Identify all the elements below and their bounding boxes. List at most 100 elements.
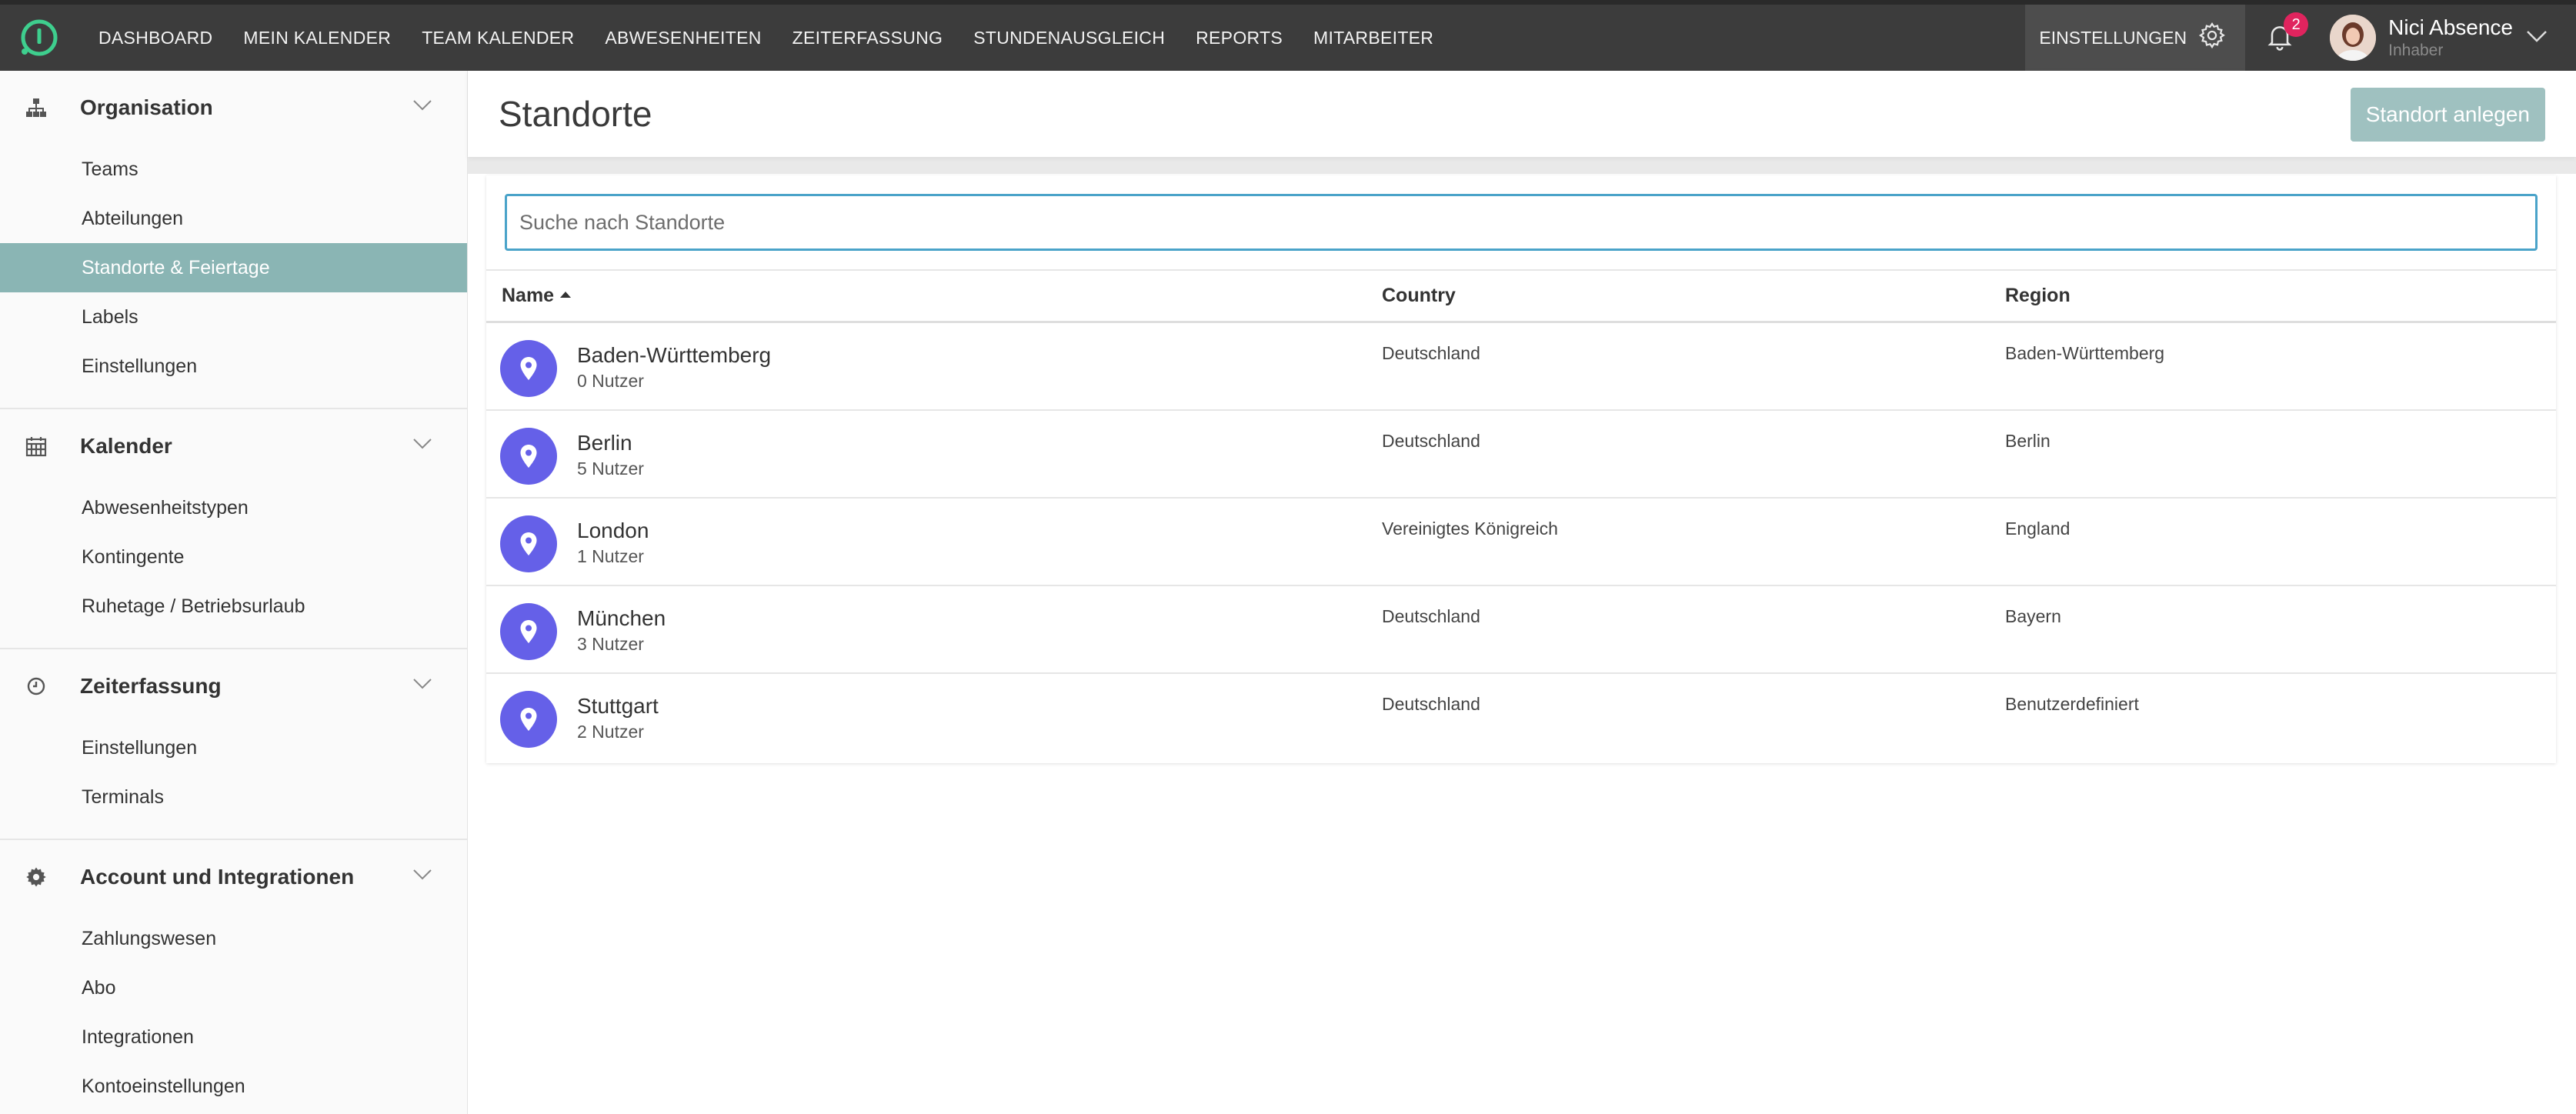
nav-zeiterfassung[interactable]: ZEITERFASSUNG	[777, 5, 959, 71]
sidebar-item-integrationen[interactable]: Integrationen	[0, 1012, 467, 1062]
nav-team-kalender[interactable]: TEAM KALENDER	[406, 5, 589, 71]
locations-card: Name Country Region Baden-Württemberg 0 …	[486, 175, 2556, 763]
sidebar-item-labels[interactable]: Labels	[0, 292, 467, 342]
location-region: Benutzerdefiniert	[2005, 694, 2139, 714]
nav-mitarbeiter[interactable]: MITARBEITER	[1298, 5, 1449, 71]
table-row[interactable]: Berlin 5 Nutzer Deutschland Berlin	[486, 411, 2556, 499]
location-pin-icon	[500, 428, 557, 485]
location-country: Vereinigtes Königreich	[1382, 519, 1558, 539]
location-pin-icon	[500, 691, 557, 748]
column-header-name[interactable]: Name	[502, 285, 572, 307]
sidebar-item-kontoeinstellungen[interactable]: Kontoeinstellungen	[0, 1062, 467, 1111]
location-country: Deutschland	[1382, 694, 1480, 714]
nav-reports[interactable]: REPORTS	[1180, 5, 1298, 71]
location-user-count: 3 Nutzer	[577, 634, 644, 654]
location-pin-icon	[500, 340, 557, 397]
user-menu[interactable]: Nici Absence Inhaber	[2314, 5, 2576, 71]
sidebar-item-teams[interactable]: Teams	[0, 145, 467, 194]
sidebar-group-header-kalender[interactable]: Kalender	[0, 409, 467, 483]
sidebar-group-header-account[interactable]: Account und Integrationen	[0, 840, 467, 914]
chevron-down-icon	[2525, 28, 2548, 48]
sidebar-item-einstellungen[interactable]: Einstellungen	[0, 342, 467, 391]
location-pin-icon	[500, 603, 557, 660]
sidebar-item-abwesenheitstypen[interactable]: Abwesenheitstypen	[0, 483, 467, 532]
sort-ascending-icon	[560, 292, 572, 299]
column-header-label: Name	[502, 285, 555, 306]
column-header-country[interactable]: Country	[1382, 285, 1456, 307]
sidebar-item-standorte-feiertage[interactable]: Standorte & Feiertage	[0, 243, 467, 292]
location-region: England	[2005, 519, 2070, 539]
nav-abwesenheiten[interactable]: ABWESENHEITEN	[589, 5, 776, 71]
header-divider	[468, 157, 2576, 174]
table-row[interactable]: London 1 Nutzer Vereinigtes Königreich E…	[486, 499, 2556, 586]
sidebar-group-title: Zeiterfassung	[80, 674, 222, 698]
sidebar-group-title: Kalender	[80, 434, 172, 458]
sidebar-item-terminals[interactable]: Terminals	[0, 772, 467, 822]
user-info: Nici Absence Inhaber	[2388, 15, 2513, 60]
table-row[interactable]: München 3 Nutzer Deutschland Bayern	[486, 586, 2556, 674]
nav-mein-kalender[interactable]: MEIN KALENDER	[228, 5, 406, 71]
top-right-controls: EINSTELLUNGEN 2 Nici Absence Inhaber	[2025, 5, 2576, 71]
chevron-down-icon[interactable]	[412, 868, 433, 886]
sidebar-group-title: Organisation	[80, 95, 213, 119]
location-name: London	[577, 519, 649, 542]
notifications-button[interactable]: 2	[2245, 5, 2314, 71]
top-navigation-bar: DASHBOARD MEIN KALENDER TEAM KALENDER AB…	[0, 0, 2576, 71]
table-header: Name Country Region	[486, 271, 2556, 323]
location-user-count: 0 Nutzer	[577, 371, 644, 391]
location-country: Deutschland	[1382, 343, 1480, 363]
chevron-down-icon[interactable]	[412, 677, 433, 695]
location-region: Berlin	[2005, 431, 2050, 451]
main-nav: DASHBOARD MEIN KALENDER TEAM KALENDER AB…	[83, 5, 1449, 71]
search-input[interactable]	[505, 194, 2538, 251]
location-user-count: 1 Nutzer	[577, 546, 644, 566]
main-content: Standorte Standort anlegen Name Country …	[468, 71, 2576, 1114]
sidebar-item-kontingente[interactable]: Kontingente	[0, 532, 467, 582]
avatar	[2330, 15, 2377, 61]
sidebar-group-kalender: Kalender Abwesenheitstypen Kontingente R…	[0, 409, 467, 649]
location-country: Deutschland	[1382, 606, 1480, 626]
page-header: Standorte Standort anlegen	[468, 71, 2576, 157]
nav-dashboard[interactable]: DASHBOARD	[83, 5, 228, 71]
table-row[interactable]: Stuttgart 2 Nutzer Deutschland Benutzerd…	[486, 674, 2556, 762]
sidebar-group-header-zeiterfassung[interactable]: Zeiterfassung	[0, 649, 467, 723]
settings-sidebar: Organisation Teams Abteilungen Standorte…	[0, 71, 468, 1114]
sidebar-group-header-organisation[interactable]: Organisation	[0, 71, 467, 145]
clock-icon	[23, 673, 49, 699]
sidebar-group-organisation: Organisation Teams Abteilungen Standorte…	[0, 71, 467, 409]
chevron-down-icon[interactable]	[412, 98, 433, 116]
user-name: Nici Absence	[2388, 15, 2513, 39]
location-name: Baden-Württemberg	[577, 343, 772, 367]
settings-button[interactable]: EINSTELLUNGEN	[2025, 5, 2246, 71]
gear-icon	[23, 864, 49, 890]
sidebar-group-title: Account und Integrationen	[80, 865, 355, 889]
gear-icon	[2197, 21, 2227, 55]
sidebar-group-account: Account und Integrationen Zahlungswesen …	[0, 840, 467, 1114]
user-role: Inhaber	[2388, 42, 2444, 59]
sidebar-item-zahlungswesen[interactable]: Zahlungswesen	[0, 914, 467, 963]
location-country: Deutschland	[1382, 431, 1480, 451]
notification-count-badge: 2	[2284, 12, 2309, 37]
location-user-count: 5 Nutzer	[577, 459, 644, 479]
location-name: Berlin	[577, 431, 632, 455]
page-title: Standorte	[499, 94, 652, 134]
location-region: Baden-Württemberg	[2005, 343, 2165, 363]
location-name: Stuttgart	[577, 694, 659, 718]
sitemap-icon	[23, 95, 49, 121]
sidebar-item-zeiterfassung-einstellungen[interactable]: Einstellungen	[0, 723, 467, 772]
location-name: München	[577, 606, 666, 630]
settings-label: EINSTELLUNGEN	[2039, 27, 2187, 48]
location-region: Bayern	[2005, 606, 2061, 626]
search-container	[486, 175, 2556, 271]
create-location-button[interactable]: Standort anlegen	[2350, 88, 2545, 142]
table-row[interactable]: Baden-Württemberg 0 Nutzer Deutschland B…	[486, 323, 2556, 411]
app-logo-icon[interactable]	[18, 18, 58, 58]
nav-stundenausgleich[interactable]: STUNDENAUSGLEICH	[958, 5, 1180, 71]
sidebar-item-ruhetage[interactable]: Ruhetage / Betriebsurlaub	[0, 582, 467, 631]
sidebar-item-abteilungen[interactable]: Abteilungen	[0, 194, 467, 243]
chevron-down-icon[interactable]	[412, 437, 433, 455]
column-header-region[interactable]: Region	[2005, 285, 2070, 307]
sidebar-item-abo[interactable]: Abo	[0, 963, 467, 1012]
sidebar-group-zeiterfassung: Zeiterfassung Einstellungen Terminals	[0, 649, 467, 840]
calendar-icon	[23, 433, 49, 459]
